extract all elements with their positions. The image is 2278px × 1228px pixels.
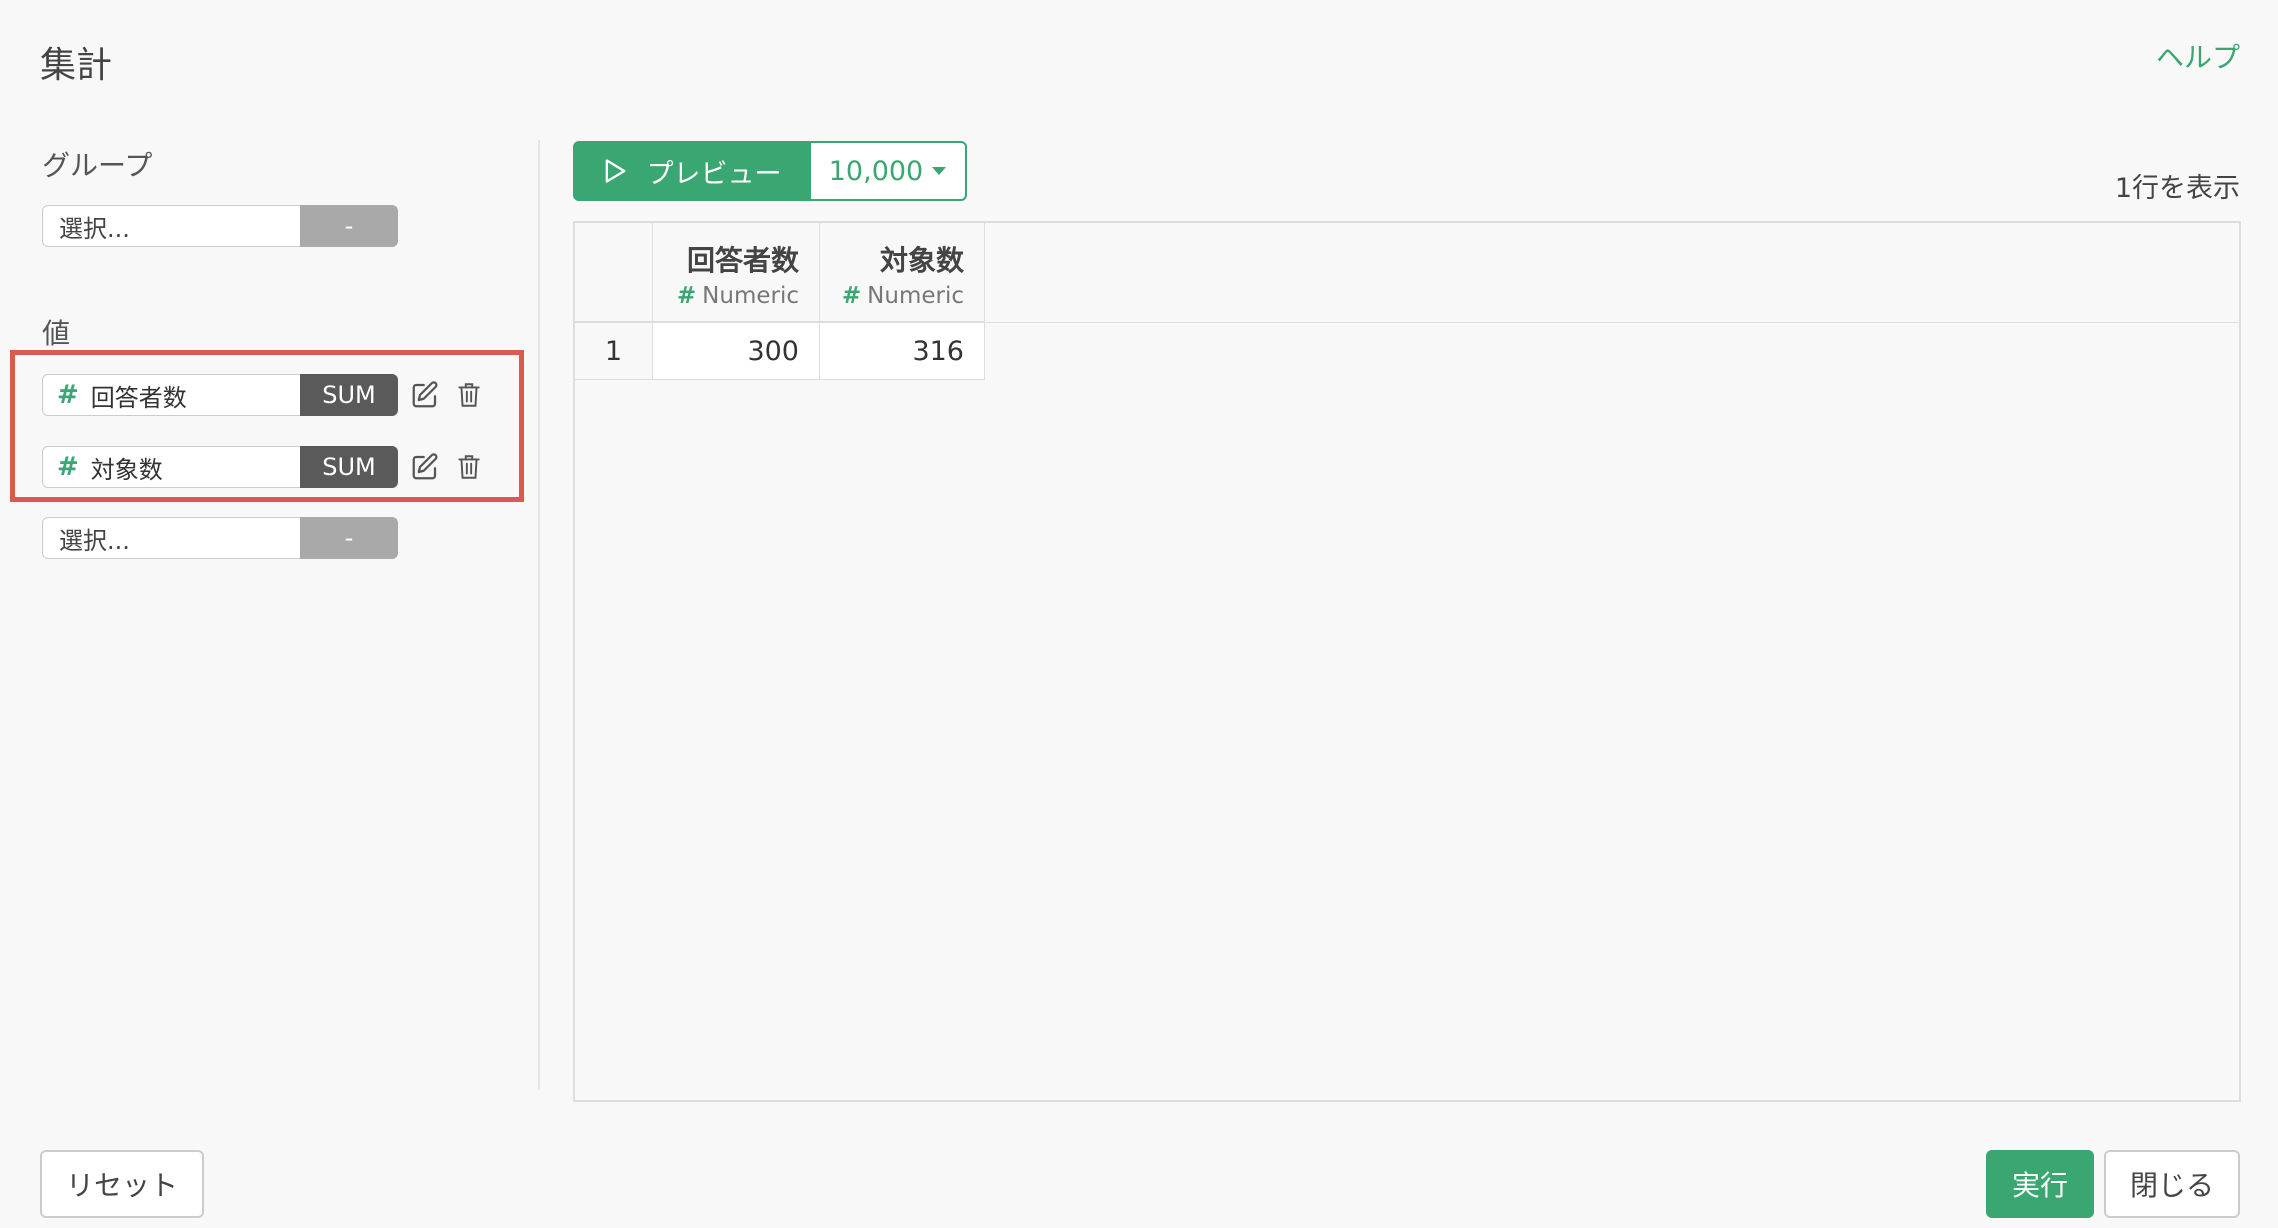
value-field-name: 対象数	[90, 455, 163, 484]
help-link[interactable]: ヘルプ	[2156, 36, 2240, 76]
hash-icon: #	[57, 380, 79, 410]
table-cell[interactable]: 316	[820, 323, 985, 380]
preview-table: 回答者数 # Numeric 対象数 # Numeric 1 300 316	[573, 221, 2241, 1102]
table-cell[interactable]: 300	[653, 323, 820, 380]
edit-icon[interactable]	[408, 450, 442, 484]
column-type-label: Numeric	[702, 283, 799, 309]
column-name: 対象数	[879, 244, 964, 277]
close-button[interactable]: 閉じる	[2104, 1150, 2240, 1218]
value-select-button[interactable]: -	[300, 517, 398, 559]
page-title: 集計	[40, 45, 113, 86]
value-select-input[interactable]: 選択...	[42, 517, 300, 559]
run-button[interactable]: 実行	[1986, 1150, 2094, 1218]
value-item: # 回答者数 SUM	[42, 374, 486, 416]
value-field[interactable]: # 対象数	[42, 446, 300, 488]
reset-button[interactable]: リセット	[40, 1150, 204, 1218]
value-item: # 対象数 SUM	[42, 446, 486, 488]
row-limit-value: 10,000	[828, 155, 924, 187]
caret-down-icon	[932, 167, 947, 175]
value-field[interactable]: # 回答者数	[42, 374, 300, 416]
column-type: # Numeric	[820, 283, 964, 309]
hash-icon: #	[676, 283, 697, 309]
trash-icon[interactable]	[452, 378, 486, 412]
value-select[interactable]: 選択... -	[42, 517, 398, 559]
group-select-input[interactable]: 選択...	[42, 205, 300, 247]
panel-divider	[538, 140, 540, 1090]
column-type: # Numeric	[653, 283, 799, 309]
index-header	[575, 223, 653, 322]
group-label: グループ	[42, 149, 153, 182]
aggregate-button[interactable]: SUM	[300, 446, 398, 488]
value-field-name: 回答者数	[90, 383, 187, 412]
group-select[interactable]: 選択... -	[42, 205, 398, 247]
preview-button-label: プレビュー	[646, 158, 782, 190]
hash-icon: #	[841, 283, 862, 309]
hash-icon: #	[57, 452, 79, 482]
row-limit-dropdown[interactable]: 10,000	[809, 141, 967, 201]
column-name: 回答者数	[686, 244, 799, 277]
column-header[interactable]: 対象数 # Numeric	[820, 223, 985, 322]
row-count-text: 1行を表示	[2114, 173, 2240, 204]
row-index: 1	[575, 323, 653, 380]
edit-icon[interactable]	[408, 378, 442, 412]
aggregate-button[interactable]: SUM	[300, 374, 398, 416]
column-header[interactable]: 回答者数 # Numeric	[653, 223, 820, 322]
trash-icon[interactable]	[452, 450, 486, 484]
play-icon	[605, 159, 625, 183]
column-type-label: Numeric	[867, 283, 964, 309]
group-select-button[interactable]: -	[300, 205, 398, 247]
preview-button[interactable]: プレビュー	[573, 141, 809, 201]
value-label: 値	[42, 317, 71, 350]
